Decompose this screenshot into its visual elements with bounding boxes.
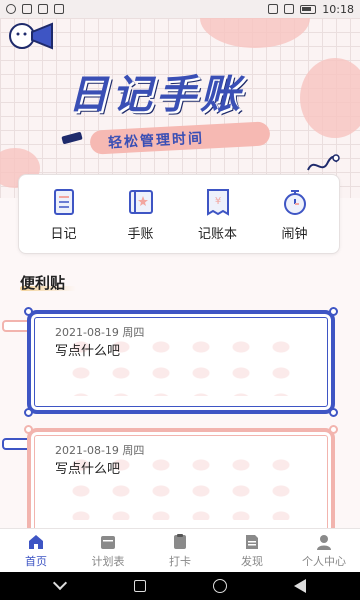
handbook-icon xyxy=(128,189,153,214)
ledger-icon: ¥ xyxy=(206,188,229,216)
home-circle-icon xyxy=(213,579,227,593)
system-recents-button[interactable] xyxy=(133,579,147,593)
sticky-note[interactable]: 2021-08-19 周四 写点什么吧 xyxy=(24,307,338,417)
system-home-button[interactable] xyxy=(213,579,227,593)
home-icon xyxy=(29,534,43,549)
note-corner-dot xyxy=(329,408,338,417)
decor-blob xyxy=(200,18,310,48)
discover-icon xyxy=(246,534,258,549)
note-corner-dot xyxy=(24,408,33,417)
profile-icon xyxy=(317,534,331,550)
quick-action-label: 手账 xyxy=(127,226,154,242)
quick-action-handbook[interactable]: 手账 xyxy=(111,187,171,242)
mascot-megaphone-icon xyxy=(9,22,53,50)
system-back-button[interactable] xyxy=(293,579,307,593)
nav-label: 计划表 xyxy=(91,554,125,568)
nav-profile[interactable]: 个人中心 xyxy=(294,533,354,569)
quick-action-label: 记账本 xyxy=(197,226,237,242)
snake-doodle-icon xyxy=(307,154,340,171)
note-corner-dot xyxy=(329,307,338,316)
nav-discover[interactable]: 发现 xyxy=(222,533,282,569)
quick-action-label: 闹钟 xyxy=(281,226,308,242)
quick-action-ledger[interactable]: ¥ 记账本 xyxy=(188,187,248,242)
quick-action-diary[interactable]: 日记 xyxy=(34,187,94,242)
quick-action-label: 日记 xyxy=(50,226,77,242)
nav-home[interactable]: 首页 xyxy=(6,533,66,569)
status-bar: 10:18 xyxy=(0,0,360,18)
svg-text:¥: ¥ xyxy=(214,196,220,207)
system-navigation-bar xyxy=(0,572,360,600)
nav-label: 打卡 xyxy=(169,554,191,568)
vibrate-icon xyxy=(268,4,279,14)
diary-icon xyxy=(53,188,74,215)
section-title-notes: 便利贴 xyxy=(20,274,66,292)
note-text: 写点什么吧 xyxy=(55,344,121,359)
nav-label: 发现 xyxy=(241,554,263,568)
status-time: 10:18 xyxy=(322,2,354,16)
note-corner-dot xyxy=(24,307,33,316)
back-icon xyxy=(294,579,306,593)
battery-icon xyxy=(300,4,317,14)
note-text: 写点什么吧 xyxy=(55,462,121,477)
system-collapse-button[interactable] xyxy=(52,575,68,593)
note-corner-dot xyxy=(24,425,33,434)
bottom-navigation: 首页 计划表 打卡 发现 个人中心 xyxy=(0,528,360,572)
nav-label: 个人中心 xyxy=(302,554,346,568)
notification-icon xyxy=(6,4,16,14)
nav-checkin[interactable]: 打卡 xyxy=(150,533,210,569)
nav-label: 首页 xyxy=(25,554,47,568)
note-corner-dot xyxy=(329,425,338,434)
app-title: 日记手账 xyxy=(68,72,244,118)
signal-icon xyxy=(284,4,295,14)
wifi-icon xyxy=(22,4,32,14)
decor-blob xyxy=(300,58,360,138)
calendar-icon xyxy=(101,535,115,549)
nav-plan[interactable]: 计划表 xyxy=(78,533,138,569)
sticky-note[interactable]: 2021-08-19 周四 写点什么吧 xyxy=(24,425,338,538)
recents-icon xyxy=(134,580,146,592)
arrow-decor-icon xyxy=(61,131,83,145)
note-date: 2021-08-19 周四 xyxy=(55,444,145,457)
alarm-clock-icon xyxy=(283,189,306,215)
chevron-down-icon xyxy=(52,575,68,591)
app-notification-icon xyxy=(38,4,48,14)
header-banner: 日记手账 轻松管理时间 xyxy=(0,18,360,198)
note-date: 2021-08-19 周四 xyxy=(55,326,145,339)
sim-icon xyxy=(54,4,64,14)
quick-actions-card: 日记 手账 ¥ 记账本 闹钟 xyxy=(18,174,340,254)
checkin-icon xyxy=(174,533,186,549)
quick-action-alarm[interactable]: 闹钟 xyxy=(265,187,325,242)
